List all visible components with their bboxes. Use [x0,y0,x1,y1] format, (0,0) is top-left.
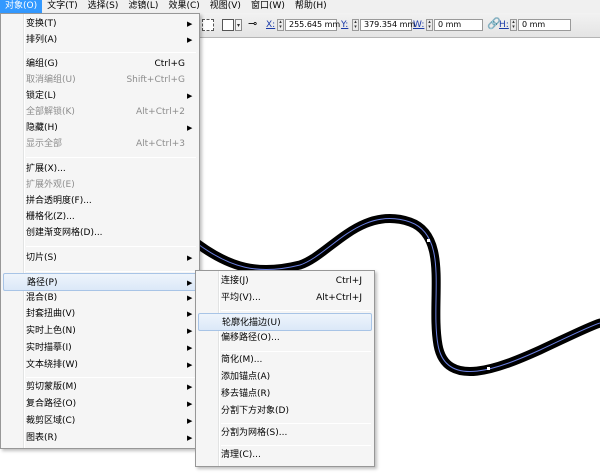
submenu-arrow-icon: ▶ [187,279,193,287]
submenu-arrow-icon: ▶ [187,294,193,302]
path-submenu-item-add-anchor-points[interactable]: 添加锚点(A) [198,369,372,385]
y-label: Y: [341,20,349,30]
path-submenu-item-split-into-grid[interactable]: 分割为网格(S)... [198,425,372,441]
object-menu-item-compound-path[interactable]: 复合路径(O) ▶ [3,396,197,412]
path-submenu-item-clean-up[interactable]: 清理(C)... [198,447,372,463]
object-menu-item-expand-appearance: 扩展外观(E) [26,180,75,190]
object-menu-item-lock[interactable]: 锁定(L) ▶ [3,88,197,104]
menu-effect[interactable]: 效果(C) [163,0,204,13]
menu-bar: 对象(O) 文字(T) 选择(S) 滤镜(L) 效果(C) 视图(V) 窗口(W… [0,0,600,13]
width-spinner[interactable]: ▴ ▾ [426,19,433,31]
submenu-arrow-icon: ▶ [187,20,193,28]
object-menu-item-hide[interactable]: 隐藏(H) ▶ [3,120,197,136]
submenu-arrow-icon: ▶ [187,310,193,318]
object-menu-item-live-trace[interactable]: 实时描摹(I) ▶ [3,340,197,356]
path-submenu-item-simplify[interactable]: 简化(M)... [198,352,372,368]
submenu-arrow-icon: ▶ [187,417,193,425]
submenu-arrow-icon: ▶ [187,434,193,442]
height-spinner[interactable]: ▴ ▾ [510,19,517,31]
menu-separator [26,377,196,378]
reference-point-icon[interactable] [222,19,234,31]
menu-separator [221,423,371,424]
object-menu-item-envelope-distort[interactable]: 封套扭曲(V) ▶ [3,306,197,322]
menu-separator [26,246,196,247]
menu-type[interactable]: 文字(T) [42,0,83,13]
path-submenu-item-offset-path[interactable]: 偏移路径(O)... [198,330,372,346]
reference-point-dropdown[interactable]: ▾ [235,19,242,31]
object-menu-item-ungroup: 取消编组(U) Shift+Ctrl+G [26,75,185,85]
object-menu-item-rasterize[interactable]: 栅格化(Z)... [3,209,197,225]
transform-icon[interactable] [202,19,214,31]
object-menu: 变换(T) ▶ 排列(A) ▶ 编组(G) Ctrl+G 取消编组(U) Shi… [0,13,200,449]
path-submenu: 连接(J) Ctrl+J 平均(V)... Alt+Ctrl+J 轮廓化描边(U… [195,270,375,467]
anchor-point[interactable] [487,367,490,370]
path-submenu-item-remove-anchor-points[interactable]: 移去锚点(R) [198,386,372,402]
y-spinner[interactable]: ▴ ▾ [352,19,359,31]
object-menu-item-expand[interactable]: 扩展(X)... [3,161,197,177]
object-menu-item-crop-area[interactable]: 裁剪区域(C) ▶ [3,413,197,429]
menu-separator [221,445,371,446]
y-input[interactable]: 379.354 mm [360,19,415,31]
menu-separator [26,271,196,272]
x-input[interactable]: 255.645 mm [285,19,340,31]
object-menu-item-text-wrap[interactable]: 文本绕排(W) ▶ [3,357,197,373]
submenu-arrow-icon: ▶ [187,92,193,100]
object-menu-item-graph[interactable]: 图表(R) ▶ [3,430,197,446]
submenu-arrow-icon: ▶ [187,36,193,44]
path-submenu-item-divide-objects-below[interactable]: 分割下方对象(D) [198,403,372,419]
menu-window[interactable]: 窗口(W) [246,0,290,13]
menu-view[interactable]: 视图(V) [205,0,246,13]
x-label: X: [266,20,276,30]
object-menu-item-unlock-all: 全部解锁(K) Alt+Ctrl+2 [26,107,185,117]
width-label: W: [413,20,425,30]
object-menu-item-group[interactable]: 编组(G) Ctrl+G [3,56,197,72]
width-input[interactable]: 0 mm [434,19,483,31]
x-spinner[interactable]: ▴ ▾ [277,19,284,31]
menu-separator [26,52,196,53]
submenu-arrow-icon: ▶ [187,361,193,369]
submenu-arrow-icon: ▶ [187,383,193,391]
object-menu-item-live-paint[interactable]: 实时上色(N) ▶ [3,323,197,339]
menu-help[interactable]: 帮助(H) [290,0,332,13]
menu-separator [221,310,371,311]
object-menu-item-flatten-transparency[interactable]: 拼合透明度(F)... [3,193,197,209]
menu-select[interactable]: 选择(S) [83,0,124,13]
path-submenu-item-outline-stroke[interactable]: 轮廓化描边(U) [198,313,372,331]
arrow-icon: ⊸ [248,17,258,30]
submenu-arrow-icon: ▶ [187,400,193,408]
object-menu-item-show-all: 显示全部 Alt+Ctrl+3 [26,139,185,149]
object-menu-item-path[interactable]: 路径(P) ▶ [3,273,197,291]
submenu-arrow-icon: ▶ [187,327,193,335]
height-input[interactable]: 0 mm [518,19,571,31]
object-menu-item-clipping-mask[interactable]: 剪切蒙版(M) ▶ [3,379,197,395]
object-menu-item-arrange[interactable]: 排列(A) ▶ [3,32,197,48]
object-menu-item-blend[interactable]: 混合(B) ▶ [3,290,197,306]
submenu-arrow-icon: ▶ [187,254,193,262]
object-menu-item-slice[interactable]: 切片(S) ▶ [3,250,197,266]
path-submenu-item-average[interactable]: 平均(V)... Alt+Ctrl+J [198,290,372,306]
menu-object[interactable]: 对象(O) [0,0,43,13]
anchor-point[interactable] [427,239,430,242]
object-menu-item-gradient-mesh[interactable]: 创建渐变网格(D)... [3,225,197,241]
menu-filter[interactable]: 滤镜(L) [123,0,163,13]
height-label: H: [499,20,509,30]
submenu-arrow-icon: ▶ [187,344,193,352]
object-menu-item-transform[interactable]: 变换(T) ▶ [3,16,197,32]
menu-separator [26,157,196,158]
path-submenu-item-join[interactable]: 连接(J) Ctrl+J [198,273,372,289]
submenu-arrow-icon: ▶ [187,124,193,132]
